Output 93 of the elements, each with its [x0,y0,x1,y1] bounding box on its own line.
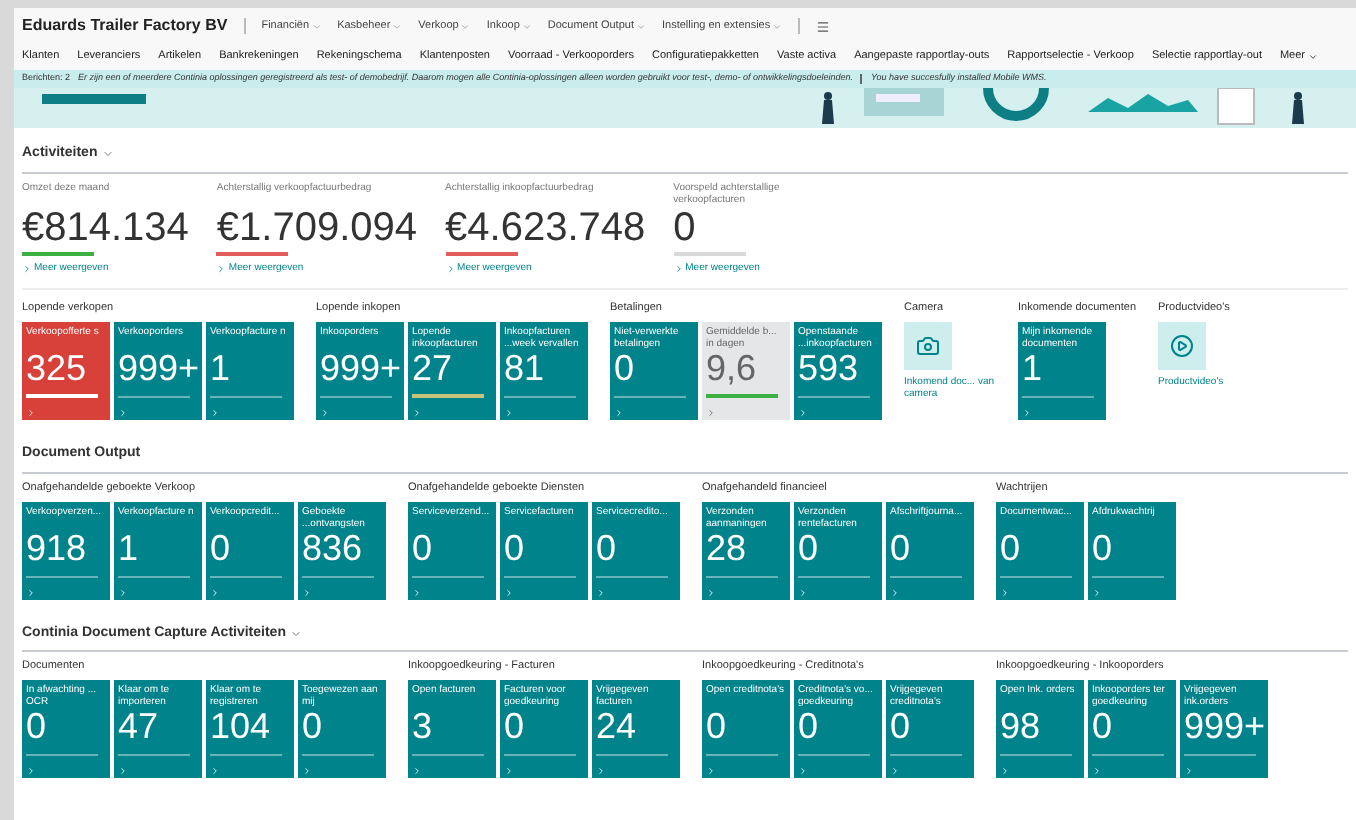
chevron-down-icon [635,21,646,31]
tile-value: 0 [504,529,527,565]
chevron-down-icon [460,21,471,31]
chevron-right-icon [1092,766,1102,776]
chevron-down-icon[interactable] [101,148,114,161]
tile-value: 0 [798,529,821,565]
tile-value: 836 [302,529,363,565]
chevron-right-icon [26,766,36,776]
chevron-down-icon [772,21,783,31]
tile-value: 24 [596,708,639,744]
chevron-right-icon [596,766,606,776]
chevron-right-icon [118,766,128,776]
tile-value: 0 [412,529,435,565]
tile-value: 0 [614,350,637,386]
chevron-right-icon [1022,408,1032,418]
chevron-right-icon [706,766,716,776]
chevron-right-icon [1000,587,1010,597]
chevron-right-icon [210,587,220,597]
chevron-right-icon [504,766,514,776]
chevron-right-icon [26,408,36,418]
chevron-right-icon [706,408,716,418]
tile-value: 81 [504,350,547,386]
chevron-right-icon [798,587,808,597]
chevron-right-icon [890,587,900,597]
chevron-down-icon [1307,52,1317,62]
chevron-right-icon [798,408,808,418]
tile-value: 0 [210,529,233,565]
chevron-right-icon [118,587,128,597]
tile-value: 98 [1000,708,1043,744]
tile-value: 593 [798,350,861,386]
chevron-right-icon [614,408,624,418]
tile-value: 999+ [118,350,198,386]
tile-value: 0 [890,529,913,565]
kpi-value: 0 [673,205,698,249]
chevron-right-icon [22,263,32,274]
tile-value: 0 [1000,529,1023,565]
tile-value: 1 [1022,350,1045,386]
chevron-right-icon [673,263,684,274]
chevron-right-icon [210,408,220,418]
chevron-right-icon [412,766,422,776]
company-name: Eduards Trailer Factory BV [22,14,228,38]
tile-value: 47 [118,708,161,744]
chevron-right-icon [798,766,808,776]
tile-value: 0 [706,708,729,744]
chevron-right-icon [26,587,36,597]
chevron-down-icon [392,21,403,31]
camera-tile[interactable] [904,322,952,370]
tile-value: 0 [798,708,821,744]
camera-icon [916,334,940,358]
tile-value: 3 [412,708,435,744]
chevron-right-icon [320,408,330,418]
tile-value: 9,6 [706,350,759,386]
chevron-right-icon [706,587,716,597]
chevron-right-icon [890,766,900,776]
tile-value: 0 [504,708,527,744]
tile-value: 999+ [1184,708,1264,744]
tile-value: 104 [210,708,273,744]
tile-value: 0 [1092,708,1115,744]
tile-value: 1 [210,350,233,386]
tile-value: 27 [412,350,455,386]
tile-value: 918 [26,529,89,565]
chevron-down-icon[interactable] [289,627,302,640]
chevron-right-icon [118,408,128,418]
tile-value: 325 [26,350,89,386]
chevron-right-icon [445,263,456,274]
tile-value: 28 [706,529,747,565]
chevron-right-icon [210,766,220,776]
tile-value: 0 [890,708,913,744]
chevron-down-icon [311,21,322,31]
tile-value: 1 [118,529,141,565]
chevron-right-icon [1092,587,1102,597]
chevron-right-icon [412,587,422,597]
chevron-right-icon [504,587,514,597]
tile-value: 0 [26,708,49,744]
play-icon [1170,334,1195,358]
chevron-right-icon [1184,766,1194,776]
video-tile[interactable] [1158,322,1207,370]
chevron-right-icon [504,408,514,418]
kpi-value: €814.134 [22,205,189,249]
tile-value: 0 [1092,529,1115,565]
tile-value: 999+ [320,350,400,386]
chevron-right-icon [412,408,422,418]
tile-value: 0 [596,529,619,565]
chevron-down-icon [521,21,532,31]
chevron-right-icon [216,263,227,274]
menu-icon[interactable] [816,19,831,33]
chevron-right-icon [1000,766,1010,776]
kpi-value: €1.709.094 [216,205,418,249]
kpi-value: €4.623.748 [445,205,646,249]
chevron-right-icon [302,587,312,597]
chevron-right-icon [302,766,312,776]
chevron-right-icon [596,587,606,597]
tile-value: 0 [302,708,325,744]
